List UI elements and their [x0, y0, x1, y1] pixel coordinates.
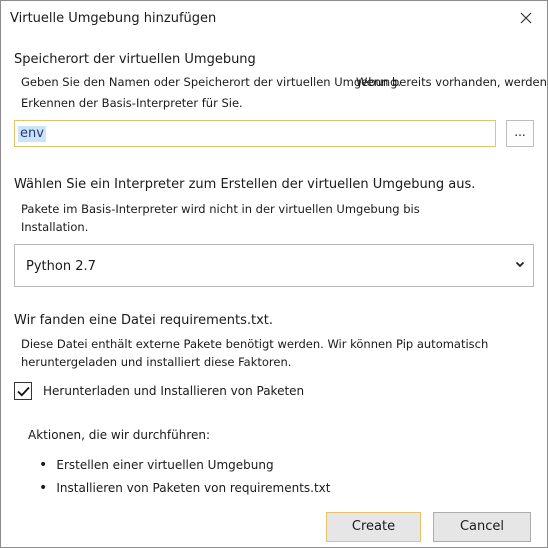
cancel-button[interactable]: Cancel — [433, 512, 531, 542]
location-desc-line1a: Geben Sie den Namen oder Speicherort der… — [21, 75, 402, 89]
interpreter-selected-value: Python 2.7 — [26, 259, 96, 274]
location-desc-line1b: Wenn bereits vorhanden, werden wir — [356, 75, 548, 89]
install-packages-label[interactable]: Herunterladen und Installieren von Paket… — [43, 384, 304, 398]
location-desc-line2: Erkennen der Basis-Interpreter für Sie. — [21, 96, 243, 110]
install-packages-checkbox[interactable] — [14, 382, 32, 400]
location-input-value[interactable]: env — [18, 126, 46, 142]
action-item-label: Installieren von Paketen von requirement… — [56, 481, 331, 495]
browse-button[interactable]: ... — [506, 120, 534, 147]
interpreter-desc-line1: Pakete im Basis-Interpreter wird nicht i… — [21, 202, 420, 216]
action-item-label: Erstellen einer virtuellen Umgebung — [56, 458, 274, 472]
interpreter-heading: Wählen Sie ein Interpreter zum Erstellen… — [14, 177, 476, 192]
create-button[interactable]: Create — [326, 512, 421, 542]
actions-heading: Aktionen, die wir durchführen: — [28, 428, 211, 442]
title-bar: Virtuelle Umgebung hinzufügen — [1, 1, 547, 37]
requirements-heading: Wir fanden eine Datei requirements.txt. — [14, 313, 273, 328]
bullet-icon: • — [39, 480, 48, 496]
action-list-item: • Installieren von Paketen von requireme… — [39, 477, 330, 496]
checkmark-icon — [16, 386, 30, 396]
requirements-desc-line1: Diese Datei enthält externe Pakete benöt… — [21, 337, 489, 351]
bullet-icon: • — [39, 457, 48, 473]
close-button[interactable] — [511, 5, 541, 31]
location-input[interactable]: env — [14, 120, 496, 147]
location-heading: Speicherort der virtuellen Umgebung — [14, 52, 256, 67]
dialog-title: Virtuelle Umgebung hinzufügen — [10, 11, 217, 26]
dialog-window: Virtuelle Umgebung hinzufügen Speicheror… — [0, 0, 548, 548]
close-icon — [520, 12, 532, 24]
interpreter-desc-line2: Installation. — [21, 220, 89, 234]
action-list-item: • Erstellen einer virtuellen Umgebung — [39, 454, 274, 473]
chevron-down-icon — [515, 261, 525, 268]
interpreter-select[interactable]: Python 2.7 — [14, 244, 534, 287]
requirements-desc-line2: heruntergeladen und installiert diese Fa… — [21, 355, 292, 369]
